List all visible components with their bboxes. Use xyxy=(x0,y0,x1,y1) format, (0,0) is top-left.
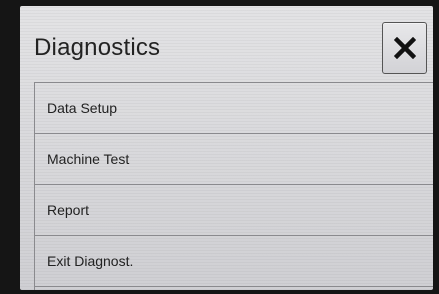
close-button[interactable] xyxy=(382,22,427,74)
header: Diagnostics xyxy=(20,6,433,82)
device-bezel: Diagnostics Data Setup Machine Test Repo… xyxy=(0,0,439,294)
close-icon xyxy=(393,37,416,59)
menu-item-label: Data Setup xyxy=(47,100,118,116)
page-title: Diagnostics xyxy=(34,34,161,61)
menu-item-label: Exit Diagnost. xyxy=(47,253,134,269)
menu-item-label: Machine Test xyxy=(47,151,130,167)
menu-item-exit-diagnost[interactable]: Exit Diagnost. xyxy=(35,236,433,287)
menu-item-data-setup[interactable]: Data Setup xyxy=(35,83,433,134)
diagnostics-menu: Data Setup Machine Test Report Exit Diag… xyxy=(34,82,433,290)
diagnostics-screen: Diagnostics Data Setup Machine Test Repo… xyxy=(20,6,433,290)
menu-item-label: Report xyxy=(47,202,90,218)
menu-item-machine-test[interactable]: Machine Test xyxy=(35,134,433,185)
menu-item-report[interactable]: Report xyxy=(35,185,433,236)
